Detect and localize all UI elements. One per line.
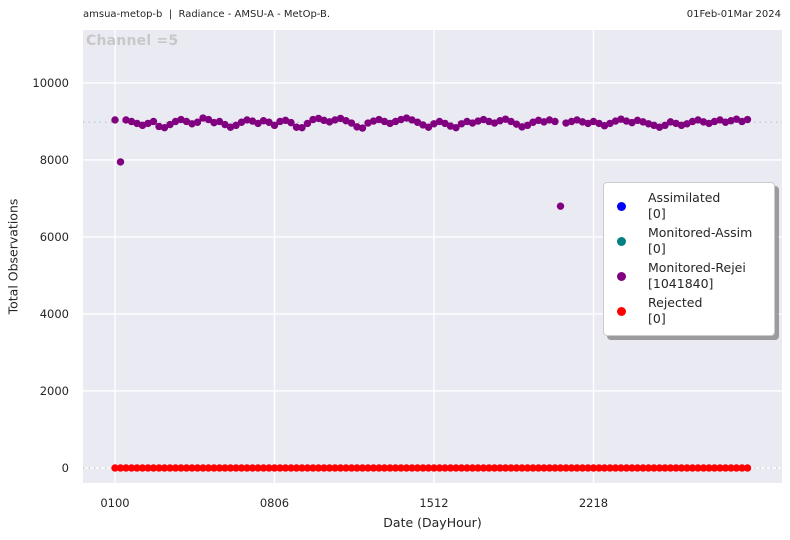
- data-point: [551, 117, 559, 126]
- x-tick-label: 0806: [259, 496, 290, 510]
- legend-marker-icon: [617, 236, 626, 246]
- y-axis-title: Total Observations: [5, 198, 21, 315]
- data-point: [743, 464, 752, 472]
- legend-item: Monitored-Rejei [1041840]: [617, 260, 764, 292]
- plot-header-title: amsua-metop-b | Radiance - AMSU-A - MetO…: [83, 9, 331, 20]
- legend-marker-icon: [617, 306, 626, 316]
- legend-label: Monitored-Rejei [1041840]: [648, 260, 746, 291]
- legend-item: Rejected [0]: [617, 295, 764, 327]
- legend: Assimilated [0] Monitored-Assim [0] Monitore…: [603, 182, 775, 336]
- legend-item: Assimilated [0]: [617, 190, 764, 222]
- legend-label: Monitored-Assim [0]: [648, 225, 753, 256]
- legend-marker-icon: [617, 271, 626, 281]
- y-tick-label: 8000: [39, 152, 69, 167]
- x-tick-label: 1512: [419, 496, 449, 510]
- y-tick-label: 2000: [39, 383, 69, 398]
- data-point: [556, 202, 565, 210]
- data-point: [358, 124, 367, 132]
- channel-watermark-label: Channel =5: [86, 33, 179, 49]
- data-point: [116, 158, 125, 166]
- y-tick-label: 10000: [32, 75, 69, 90]
- y-tick-label: 4000: [39, 306, 69, 321]
- y-tick-label: 0: [61, 460, 69, 475]
- figure: amsua-metop-b | Radiance - AMSU-A - MetO…: [0, 0, 790, 540]
- legend-label: Rejected [0]: [648, 295, 703, 326]
- plot-header-date-range: 01Feb-01Mar 2024: [686, 9, 781, 20]
- x-tick-label: 2218: [578, 496, 609, 510]
- legend-item: Monitored-Assim [0]: [617, 225, 764, 257]
- legend-label: Assimilated [0]: [648, 190, 721, 221]
- legend-marker-icon: [617, 201, 626, 211]
- y-tick-label: 6000: [39, 229, 69, 244]
- x-tick-label: 0100: [100, 496, 130, 510]
- data-point: [111, 116, 119, 124]
- data-point: [743, 115, 752, 124]
- data-point: [149, 117, 158, 126]
- x-axis-title: Date (DayHour): [383, 515, 482, 530]
